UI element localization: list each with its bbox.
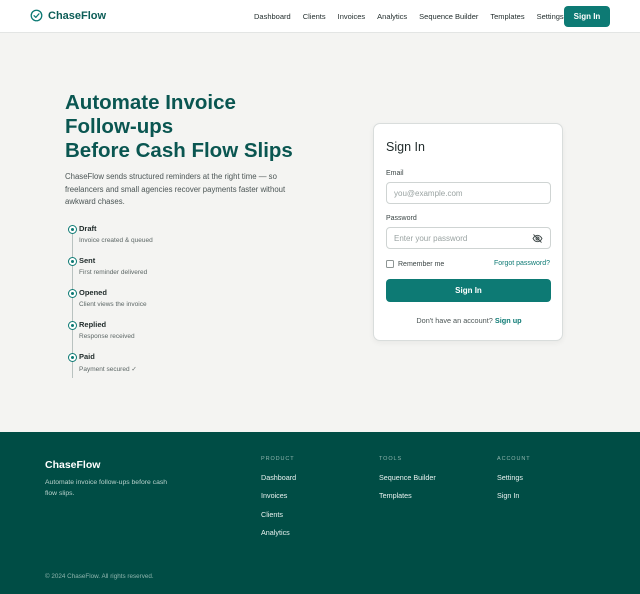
main-nav: Dashboard Clients Invoices Analytics Seq… <box>254 12 576 21</box>
hero-title-line: Follow-ups <box>65 115 174 138</box>
footer-link-settings[interactable]: Settings <box>497 473 531 491</box>
eye-off-icon[interactable] <box>532 233 543 244</box>
nav-item-sequence-builder[interactable]: Sequence Builder <box>419 12 478 21</box>
step-dot-icon <box>68 353 77 362</box>
password-placeholder: Enter your password <box>394 233 468 243</box>
remember-me[interactable]: Remember me <box>386 260 444 268</box>
signin-card-title: Sign In <box>386 140 425 154</box>
signup-prompt-text: Don't have an account? <box>416 316 493 325</box>
signin-card: Sign In Email you@example.com Password E… <box>373 123 563 341</box>
footer-link-analytics[interactable]: Analytics <box>261 528 296 546</box>
footer-link-invoices[interactable]: Invoices <box>261 491 296 509</box>
brand-name: ChaseFlow <box>48 9 107 22</box>
hero-title: Automate Invoice Follow-ups Before Cash … <box>65 91 325 163</box>
nav-item-dashboard[interactable]: Dashboard <box>254 12 291 21</box>
step-description: First reminder delivered <box>79 269 148 276</box>
step-description: Client views the invoice <box>79 301 147 308</box>
hero-title-line: Before Cash Flow Slips <box>65 139 293 162</box>
remember-label: Remember me <box>398 260 445 268</box>
password-label: Password <box>386 215 417 222</box>
password-field[interactable]: Enter your password <box>386 227 551 249</box>
step-title: Paid <box>79 352 95 361</box>
step-title: Draft <box>79 224 97 233</box>
forgot-password-link[interactable]: Forgot password? <box>494 260 550 267</box>
footer-link-templates[interactable]: Templates <box>379 491 436 509</box>
signin-submit-button[interactable]: Sign In <box>386 279 551 302</box>
footer-brand: ChaseFlow <box>45 459 101 471</box>
header-signin-button[interactable]: Sign In <box>564 6 610 27</box>
check-circle-icon <box>30 9 43 22</box>
step-dot-icon <box>68 225 77 234</box>
step-description: Response received <box>79 333 135 340</box>
footer-link-signin[interactable]: Sign In <box>497 491 531 509</box>
footer-link-clients[interactable]: Clients <box>261 510 296 528</box>
footer-link-sequence-builder[interactable]: Sequence Builder <box>379 473 436 491</box>
footer-tagline: Automate invoice follow-ups before cash … <box>45 479 168 497</box>
footer-link-dashboard[interactable]: Dashboard <box>261 473 296 491</box>
step-title: Opened <box>79 288 107 297</box>
footer-heading: PRODUCT <box>261 456 295 462</box>
step-dot-icon <box>68 321 77 330</box>
footer-copyright: © 2024 ChaseFlow. All rights reserved. <box>45 573 154 580</box>
email-placeholder: you@example.com <box>394 188 463 198</box>
footer-heading: TOOLS <box>379 456 403 462</box>
footer-column-account: ACCOUNT Settings Sign In <box>497 456 531 510</box>
footer-column-tools: TOOLS Sequence Builder Templates <box>379 456 436 510</box>
step-description: Invoice created & queued <box>79 237 153 244</box>
step-description: Payment secured ✓ <box>79 366 137 373</box>
nav-item-invoices[interactable]: Invoices <box>338 12 366 21</box>
step-title: Sent <box>79 256 96 265</box>
email-label: Email <box>386 170 404 177</box>
signup-link[interactable]: Sign up <box>495 316 522 325</box>
brand-logo[interactable]: ChaseFlow <box>30 9 106 22</box>
hero-description: ChaseFlow sends structured reminders at … <box>65 172 286 206</box>
nav-item-analytics[interactable]: Analytics <box>377 12 407 21</box>
nav-item-templates[interactable]: Templates <box>490 12 524 21</box>
step-dot-icon <box>68 257 77 266</box>
hero-title-line: Automate Invoice <box>65 91 236 114</box>
email-field[interactable]: you@example.com <box>386 182 551 204</box>
footer-heading: ACCOUNT <box>497 456 531 462</box>
top-nav-bar: ChaseFlow Dashboard Clients Invoices Ana… <box>0 0 640 33</box>
footer-column-product: PRODUCT Dashboard Invoices Clients Analy… <box>261 456 296 546</box>
step-dot-icon <box>68 289 77 298</box>
nav-item-clients[interactable]: Clients <box>303 12 326 21</box>
footer: ChaseFlow Automate invoice follow-ups be… <box>0 432 640 594</box>
signup-prompt: Don't have an account? Sign up <box>374 316 564 325</box>
nav-item-settings[interactable]: Settings <box>537 12 564 21</box>
step-title: Replied <box>79 320 107 329</box>
remember-checkbox[interactable] <box>386 260 394 268</box>
